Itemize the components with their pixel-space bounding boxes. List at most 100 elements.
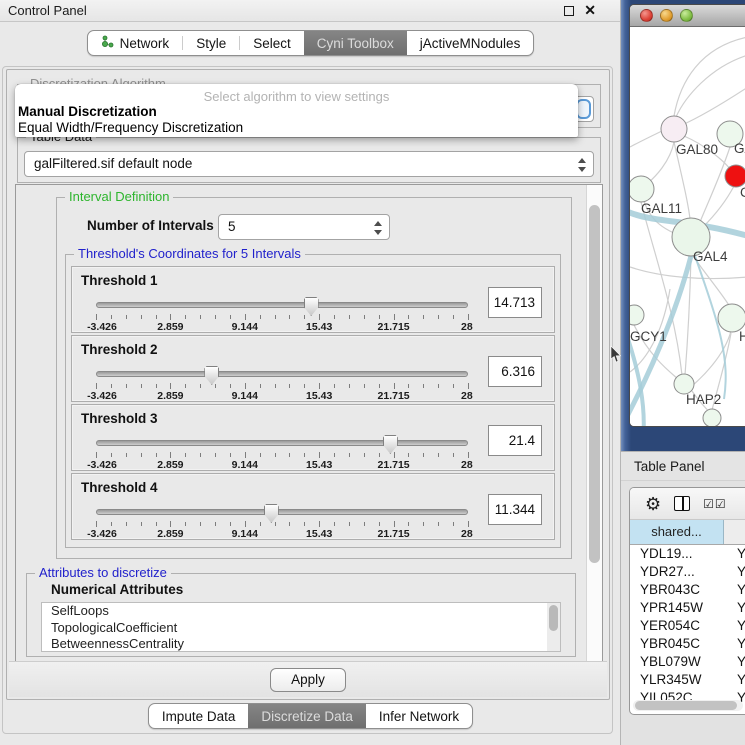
list-scrollbar[interactable]	[547, 603, 560, 651]
table-row[interactable]: YBR043CYBR0	[630, 581, 745, 599]
slider-tick-labels: -3.4262.8599.14415.4321.71528	[96, 459, 468, 470]
tab-impute-data[interactable]: Impute Data	[149, 704, 249, 728]
list-scrollbar-thumb[interactable]	[549, 605, 558, 631]
node-gal11[interactable]	[630, 176, 654, 202]
tab-select[interactable]: Select	[240, 31, 304, 55]
node-hap2[interactable]	[674, 374, 694, 394]
node-label-cut-red: C	[740, 185, 745, 200]
settings-scrollpane: Interval Definition Number of Intervals …	[15, 184, 603, 662]
slider-track[interactable]	[96, 440, 468, 446]
close-traffic-light[interactable]	[640, 9, 653, 22]
combobox-spinner-icon[interactable]	[577, 157, 586, 173]
slider-track[interactable]	[96, 371, 468, 377]
apply-strip: Apply	[9, 661, 607, 697]
network-icon	[101, 35, 114, 51]
select-columns-icon[interactable]: ☑☑	[703, 497, 727, 511]
slider-track[interactable]	[96, 302, 468, 308]
table-header-row: shared... na	[630, 520, 745, 545]
float-panel-icon[interactable]	[564, 6, 574, 16]
bottom-tab-row: Impute Data Discretize Data Infer Networ…	[0, 703, 621, 729]
minimize-traffic-light[interactable]	[660, 9, 673, 22]
network-graph: GAL80 GA C GAL11 GAL4 GCY1 H HAP2	[630, 27, 745, 426]
table-data-combobox[interactable]: galFiltered.sif default node	[24, 151, 594, 177]
column-header-name[interactable]: na	[724, 520, 745, 544]
list-item[interactable]: SelfLoops	[42, 603, 560, 620]
threshold-3-slider[interactable]: -3.4262.8599.14415.4321.71528	[96, 435, 468, 469]
tab-discretize-data[interactable]: Discretize Data	[248, 704, 366, 728]
table-row[interactable]: YLR345WYLR3	[630, 671, 745, 689]
vertical-scrollbar-thumb[interactable]	[589, 205, 600, 563]
node-label-gcy1: GCY1	[630, 329, 667, 344]
zoom-traffic-light[interactable]	[680, 9, 693, 22]
vertical-scrollbar[interactable]	[586, 185, 602, 661]
table-row[interactable]: YPR145WYPR1	[630, 599, 745, 617]
apply-button[interactable]: Apply	[270, 668, 346, 692]
threshold-2-label: Threshold 2	[81, 342, 158, 357]
table-toolbar: ⚙ ☑☑	[630, 488, 745, 520]
control-panel-title: Control Panel	[8, 3, 87, 18]
node-gcy1[interactable]	[630, 305, 644, 325]
node-label-cut-top-right: GA	[734, 141, 745, 156]
threshold-1-slider[interactable]: -3.4262.8599.14415.4321.71528	[96, 297, 468, 331]
threshold-1-value-field[interactable]: 14.713	[488, 287, 542, 318]
horizontal-scrollbar-thumb[interactable]	[635, 701, 737, 710]
number-of-intervals-spinner[interactable]: 5	[218, 214, 390, 240]
close-icon[interactable]: ✕	[584, 2, 596, 19]
combobox-dropdown-button[interactable]	[576, 99, 591, 119]
column-header-shared[interactable]: shared...	[630, 520, 724, 544]
slider-ticks	[96, 383, 468, 389]
table-window: ⚙ ☑☑ shared... na YDL19...YDL1 YDR27...Y…	[629, 487, 745, 715]
threshold-2-slider[interactable]: -3.4262.8599.14415.4321.71528	[96, 366, 468, 400]
algorithm-dropdown-popup: Select algorithm to view settings Manual…	[15, 84, 578, 137]
table-row[interactable]: YBL079WYBL0	[630, 653, 745, 671]
node-right-mid[interactable]	[718, 304, 745, 332]
list-item[interactable]: BetweennessCentrality	[42, 636, 560, 652]
node-gal80[interactable]	[661, 116, 687, 142]
network-view-window: GAL80 GA C GAL11 GAL4 GCY1 H HAP2	[629, 4, 745, 427]
horizontal-scrollbar[interactable]	[633, 700, 743, 711]
node-red[interactable]	[725, 165, 745, 187]
slider-tick-labels: -3.4262.8599.14415.4321.71528	[96, 321, 468, 332]
dropdown-option-manual[interactable]: Manual Discretization	[15, 104, 578, 120]
node-label-hap2: HAP2	[686, 392, 721, 407]
gear-icon[interactable]: ⚙	[645, 495, 661, 513]
dropdown-option-equal-width[interactable]: Equal Width/Frequency Discretization	[15, 120, 578, 136]
threshold-4-value-field[interactable]: 11.344	[488, 494, 542, 525]
table-row[interactable]: YER054CYER0	[630, 617, 745, 635]
interval-definition-title: Interval Definition	[65, 190, 173, 204]
threshold-2-value-field[interactable]: 6.316	[488, 356, 542, 387]
threshold-panel-1: Threshold 1 -3.4262.8599.14415.4321.7152…	[71, 266, 555, 333]
list-item[interactable]: TopologicalCoefficient	[42, 620, 560, 637]
table-row[interactable]: YDR27...YDR2	[630, 563, 745, 581]
cyni-panel: Discretization Algorithm Table Data galF…	[6, 69, 610, 700]
threshold-panel-2: Threshold 2 -3.4262.8599.14415.4321.7152…	[71, 335, 555, 402]
node-label-gal11: GAL11	[641, 201, 682, 216]
slider-track[interactable]	[96, 509, 468, 515]
threshold-4-slider[interactable]: -3.4262.8599.14415.4321.71528	[96, 504, 468, 538]
node-bottom[interactable]	[703, 409, 721, 426]
table-row[interactable]: YDL19...YDL1	[630, 545, 745, 563]
network-canvas[interactable]: GAL80 GA C GAL11 GAL4 GCY1 H HAP2	[630, 27, 745, 426]
tab-network[interactable]: Network	[88, 31, 183, 55]
threshold-4-label: Threshold 4	[81, 480, 158, 495]
top-tab-row: Network Style Select Cyni Toolbox jActiv…	[0, 30, 621, 56]
threshold-3-label: Threshold 3	[81, 411, 158, 426]
column-layout-icon[interactable]	[674, 496, 690, 511]
table-row[interactable]: YBR045CYBR0	[630, 635, 745, 653]
numerical-attributes-list[interactable]: SelfLoops TopologicalCoefficient Between…	[41, 602, 561, 652]
tab-cyni-toolbox[interactable]: Cyni Toolbox	[304, 31, 407, 55]
slider-tick-labels: -3.4262.8599.14415.4321.71528	[96, 390, 468, 401]
slider-ticks	[96, 452, 468, 458]
tab-jactivemnodules[interactable]: jActiveMNodules	[407, 31, 534, 55]
threshold-3-value-field[interactable]: 21.4	[488, 425, 542, 456]
table-panel-body: ⚙ ☑☑ shared... na YDL19...YDL1 YDR27...Y…	[621, 481, 745, 745]
node-label-cut-right: H	[739, 329, 745, 344]
tab-infer-network[interactable]: Infer Network	[366, 704, 472, 728]
threshold-1-label: Threshold 1	[81, 273, 158, 288]
spinner-arrows-icon[interactable]	[373, 220, 382, 236]
tab-style[interactable]: Style	[183, 31, 239, 55]
interval-definition-group: Interval Definition Number of Intervals …	[56, 197, 572, 559]
attributes-group-title: Attributes to discretize	[35, 566, 171, 580]
tab-network-label: Network	[120, 36, 170, 51]
right-column: GAL80 GA C GAL11 GAL4 GCY1 H HAP2 Table …	[621, 0, 745, 745]
